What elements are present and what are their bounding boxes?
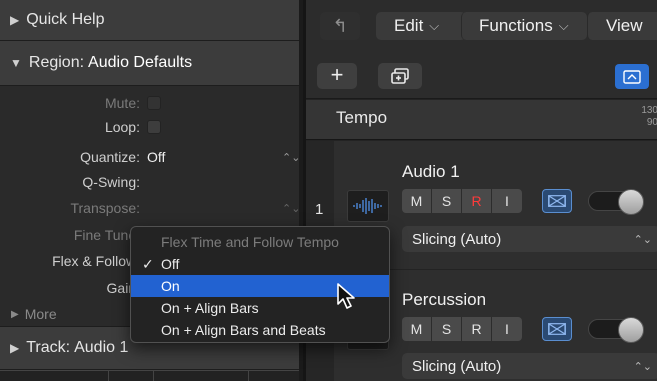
global-tracks-button[interactable] bbox=[615, 64, 649, 89]
volume-slider-knob[interactable] bbox=[618, 317, 644, 343]
up-down-arrows-icon: ⌃⌄ bbox=[633, 360, 652, 373]
plus-icon: + bbox=[330, 62, 344, 87]
disclosure-triangle-open-icon: ▼ bbox=[10, 56, 22, 70]
input-monitor-button[interactable]: I bbox=[492, 317, 522, 341]
flex-bowtie-icon bbox=[548, 323, 566, 335]
track-buttons: M S R I bbox=[402, 317, 522, 341]
back-arrow-icon: ↰ bbox=[332, 15, 348, 36]
quantize-value[interactable]: Off bbox=[147, 149, 165, 165]
track-buttons: M S R I bbox=[402, 189, 522, 213]
tempo-scale: 130 90 bbox=[641, 105, 657, 129]
loop-label: Loop: bbox=[104, 119, 140, 135]
up-down-arrows-icon: ⌃⌄ bbox=[633, 233, 652, 246]
quantize-param[interactable]: Quantize: Off ⌃⌄ bbox=[0, 146, 299, 168]
view-menu-button[interactable]: View bbox=[587, 12, 657, 40]
track-prefix: Track: bbox=[26, 339, 71, 356]
mute-param: Mute: bbox=[0, 92, 299, 114]
transpose-label: Transpose: bbox=[70, 200, 140, 216]
input-monitor-button[interactable]: I bbox=[492, 189, 522, 213]
menu-item-on-align-bars-and-beats[interactable]: On + Align Bars and Beats bbox=[131, 319, 389, 341]
add-track-button[interactable]: + bbox=[317, 63, 357, 89]
quick-help-label: Quick Help bbox=[26, 11, 105, 28]
flex-mode-popup[interactable]: Slicing (Auto) ⌃⌄ bbox=[402, 226, 657, 252]
menu-item-label: On + Align Bars and Beats bbox=[161, 322, 326, 338]
quick-help-header[interactable]: ▶ Quick Help bbox=[0, 0, 299, 41]
collapse-icon bbox=[623, 69, 641, 84]
menu-item-off[interactable]: ✓ Off bbox=[131, 253, 389, 275]
divider bbox=[153, 371, 154, 381]
fine-tune-label: Fine Tune: bbox=[73, 227, 140, 243]
waveform-track-icon[interactable] bbox=[347, 190, 389, 222]
disclosure-triangle-icon: ▶ bbox=[11, 308, 19, 320]
flex-bowtie-icon bbox=[548, 195, 566, 207]
transpose-param: Transpose: ⌃⌄ bbox=[0, 197, 299, 219]
flex-mode-value: Slicing (Auto) bbox=[412, 230, 502, 248]
volume-slider[interactable] bbox=[588, 189, 644, 215]
functions-menu-button[interactable]: Functions ⌵ bbox=[461, 12, 587, 40]
qswing-label: Q-Swing: bbox=[82, 174, 140, 190]
flex-mode-button[interactable] bbox=[542, 317, 572, 341]
flex-mode-popup[interactable]: Slicing (Auto) ⌃⌄ bbox=[402, 353, 657, 379]
functions-label: Functions bbox=[479, 16, 553, 35]
mute-checkbox[interactable] bbox=[147, 96, 161, 110]
disclosure-triangle-icon: ▶ bbox=[10, 341, 20, 355]
track-name[interactable]: Percussion bbox=[402, 290, 486, 310]
duplicate-track-button[interactable] bbox=[378, 63, 422, 89]
gain-label: Gain: bbox=[106, 280, 140, 296]
waveform-icon bbox=[353, 198, 382, 214]
flex-mode-button[interactable] bbox=[542, 189, 572, 213]
tracks-toolbar: ↰ Edit ⌵ Functions ⌵ View bbox=[306, 0, 657, 50]
up-down-arrows-icon[interactable]: ⌃⌄ bbox=[282, 151, 299, 164]
volume-slider-knob[interactable] bbox=[618, 189, 644, 215]
chevron-down-icon: ⌵ bbox=[429, 18, 440, 33]
view-label: View bbox=[606, 16, 643, 35]
track-header-toolbar: + bbox=[306, 50, 657, 99]
edit-menu-button[interactable]: Edit ⌵ bbox=[376, 12, 466, 40]
track-name[interactable]: Audio 1 bbox=[402, 162, 460, 182]
catch-back-button[interactable]: ↰ bbox=[320, 12, 360, 40]
track-number: 1 bbox=[315, 201, 324, 218]
region-prefix: Region: bbox=[28, 54, 85, 71]
divider bbox=[248, 371, 249, 381]
checkmark-icon: ✓ bbox=[142, 255, 154, 272]
chevron-down-icon: ⌵ bbox=[558, 18, 569, 33]
menu-section-title: Flex Time and Follow Tempo bbox=[161, 234, 339, 250]
tempo-scale-bottom: 90 bbox=[646, 117, 657, 128]
record-enable-button[interactable]: R bbox=[462, 189, 492, 213]
channel-strip-top bbox=[0, 370, 299, 381]
loop-param: Loop: bbox=[0, 116, 299, 138]
edit-label: Edit bbox=[394, 16, 424, 35]
menu-item-label: On + Align Bars bbox=[161, 300, 259, 316]
tempo-label: Tempo bbox=[336, 108, 388, 127]
mute-button[interactable]: M bbox=[402, 189, 432, 213]
more-label: More bbox=[24, 306, 57, 322]
mute-button[interactable]: M bbox=[402, 317, 432, 341]
mute-label: Mute: bbox=[104, 95, 140, 111]
volume-slider[interactable] bbox=[588, 317, 644, 343]
qswing-param: Q-Swing: bbox=[0, 171, 299, 193]
menu-item-label: On bbox=[161, 278, 180, 294]
region-header[interactable]: ▼ Region: Audio Defaults bbox=[0, 41, 299, 86]
menu-item-label: Off bbox=[161, 256, 180, 272]
solo-button[interactable]: S bbox=[432, 189, 462, 213]
disclosure-triangle-icon: ▶ bbox=[10, 13, 20, 27]
tempo-scale-top: 130 bbox=[641, 105, 657, 116]
up-down-arrows-icon: ⌃⌄ bbox=[282, 202, 299, 215]
flex-follow-label: Flex & Follow: bbox=[52, 253, 140, 269]
divider bbox=[108, 371, 109, 381]
track-name: Audio 1 bbox=[74, 339, 129, 356]
region-name: Audio Defaults bbox=[88, 54, 193, 71]
solo-button[interactable]: S bbox=[432, 317, 462, 341]
tempo-track-header[interactable]: Tempo 130 90 bbox=[306, 100, 657, 140]
duplicate-track-icon bbox=[391, 68, 409, 84]
record-enable-button[interactable]: R bbox=[462, 317, 492, 341]
mouse-pointer-icon bbox=[337, 283, 355, 309]
flex-mode-value: Slicing (Auto) bbox=[412, 357, 502, 375]
quantize-label: Quantize: bbox=[80, 149, 140, 165]
loop-checkbox[interactable] bbox=[147, 120, 161, 134]
